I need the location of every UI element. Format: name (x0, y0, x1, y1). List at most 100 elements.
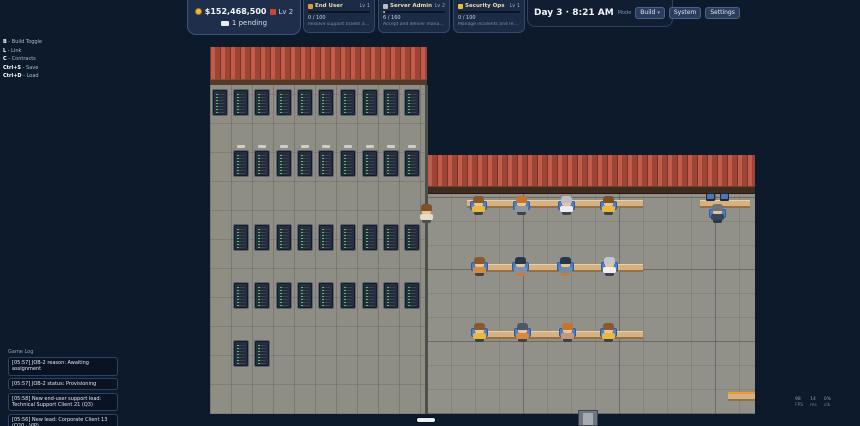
performance-readout: 98FPS 14ms 0%clk (795, 397, 831, 408)
build-mode-select[interactable]: Build ▾ (635, 7, 665, 19)
worker[interactable] (602, 323, 615, 341)
log-entry: [05:58] New end-user support lead: Techn… (8, 393, 118, 412)
perf-column: 98FPS (795, 397, 803, 408)
server-rack[interactable] (276, 224, 292, 251)
door[interactable] (578, 410, 598, 426)
server-rack[interactable] (276, 89, 292, 116)
role-card[interactable]: Security Ops Lv 1 0 / 100 Manage inciden… (453, 0, 525, 33)
standing-character[interactable] (420, 204, 433, 222)
server-rack[interactable] (233, 89, 249, 116)
worker[interactable] (561, 323, 574, 341)
game-log-entries: [05:57] JOB-2 reason: Awaiting assignmen… (8, 357, 118, 426)
worker[interactable] (514, 257, 527, 275)
server-rack[interactable] (254, 340, 270, 367)
server-rack[interactable] (404, 89, 420, 116)
server-rack[interactable] (297, 89, 313, 116)
server-rack[interactable] (340, 150, 356, 177)
office-room-floor[interactable] (427, 194, 755, 414)
server-rack[interactable] (233, 340, 249, 367)
server-rack[interactable] (318, 224, 334, 251)
money-value: $152,468,500 (205, 7, 267, 16)
worker-end-user[interactable] (472, 196, 485, 214)
server-rack[interactable] (340, 282, 356, 309)
end-user-icon (308, 4, 313, 9)
server-rack[interactable] (233, 282, 249, 309)
server-rack[interactable] (297, 150, 313, 177)
card-description: Resolve support tickets and earn E... (308, 22, 370, 27)
office-room-roof (427, 155, 755, 186)
server-room-roof (210, 47, 427, 79)
server-rack[interactable] (383, 282, 399, 309)
server-rack[interactable] (404, 282, 420, 309)
character-hair (474, 257, 485, 264)
worker-suit[interactable] (711, 204, 724, 222)
character-hair (474, 323, 485, 330)
server-rack[interactable] (362, 224, 378, 251)
desk[interactable] (728, 392, 755, 401)
character-hair (517, 323, 528, 330)
server-rack[interactable] (340, 224, 356, 251)
company-level: Lv 2 (279, 8, 294, 16)
game-scene[interactable] (0, 0, 860, 426)
card-title: End User (315, 3, 357, 9)
server-rack[interactable] (383, 150, 399, 177)
worker[interactable] (473, 323, 486, 341)
server-rack[interactable] (362, 282, 378, 309)
server-rack[interactable] (383, 89, 399, 116)
server-rack[interactable] (233, 150, 249, 177)
server-rack[interactable] (404, 150, 420, 177)
server-rack[interactable] (318, 282, 334, 309)
server-rack[interactable] (212, 89, 228, 116)
character-legs (516, 273, 525, 276)
server-rack[interactable] (362, 89, 378, 116)
worker-end-user[interactable] (602, 196, 615, 214)
character-hair (712, 204, 723, 211)
server-rack[interactable] (233, 224, 249, 251)
role-card[interactable]: Server Admin Lv 2 6 / 160 Accept and del… (378, 0, 450, 33)
server-rack[interactable] (404, 224, 420, 251)
server-rack[interactable] (297, 224, 313, 251)
worker[interactable] (473, 257, 486, 275)
worker[interactable] (559, 257, 572, 275)
server-rack[interactable] (362, 150, 378, 177)
server-rack[interactable] (318, 150, 334, 177)
perf-value: 0% (824, 397, 831, 402)
server-rack[interactable] (276, 150, 292, 177)
chevron-down-icon: ▾ (657, 11, 660, 16)
xp-progress-bar (308, 11, 370, 13)
server-rack[interactable] (276, 282, 292, 309)
server-rack[interactable] (297, 282, 313, 309)
log-entry: [05:57] JOB-2 reason: Awaiting assignmen… (8, 357, 118, 376)
rack-label (408, 145, 416, 148)
server-rack[interactable] (340, 89, 356, 116)
perf-column: 14ms (810, 397, 817, 408)
xp-progress-text: 6 / 160 (383, 15, 445, 21)
worker-end-user[interactable] (560, 196, 573, 214)
worker[interactable] (603, 257, 616, 275)
day-time-display: Day 3 · 8:21 AM (534, 8, 614, 18)
desk[interactable] (700, 200, 750, 208)
pending-count: 1 pending (232, 19, 267, 27)
server-rack[interactable] (318, 89, 334, 116)
server-rack[interactable] (383, 224, 399, 251)
character-hair (560, 257, 571, 264)
settings-button[interactable]: Settings (705, 7, 740, 19)
server-icon (383, 4, 388, 9)
xp-progress-text: 0 / 100 (308, 15, 370, 21)
card-title: Security Ops (465, 3, 507, 9)
xp-progress-text: 0 / 100 (458, 15, 520, 21)
server-rack[interactable] (254, 89, 270, 116)
card-level: Lv 2 (434, 3, 445, 9)
system-button[interactable]: System (669, 7, 701, 19)
worker[interactable] (516, 323, 529, 341)
role-card[interactable]: End User Lv 1 0 / 100 Resolve support ti… (303, 0, 375, 33)
character-legs (713, 220, 722, 223)
worker-end-user[interactable] (515, 196, 528, 214)
server-rack[interactable] (254, 150, 270, 177)
rack-label (258, 145, 266, 148)
computer-monitor (706, 193, 715, 201)
server-rack[interactable] (254, 282, 270, 309)
perf-label: clk (824, 403, 831, 408)
shield-icon (458, 4, 463, 9)
server-rack[interactable] (254, 224, 270, 251)
